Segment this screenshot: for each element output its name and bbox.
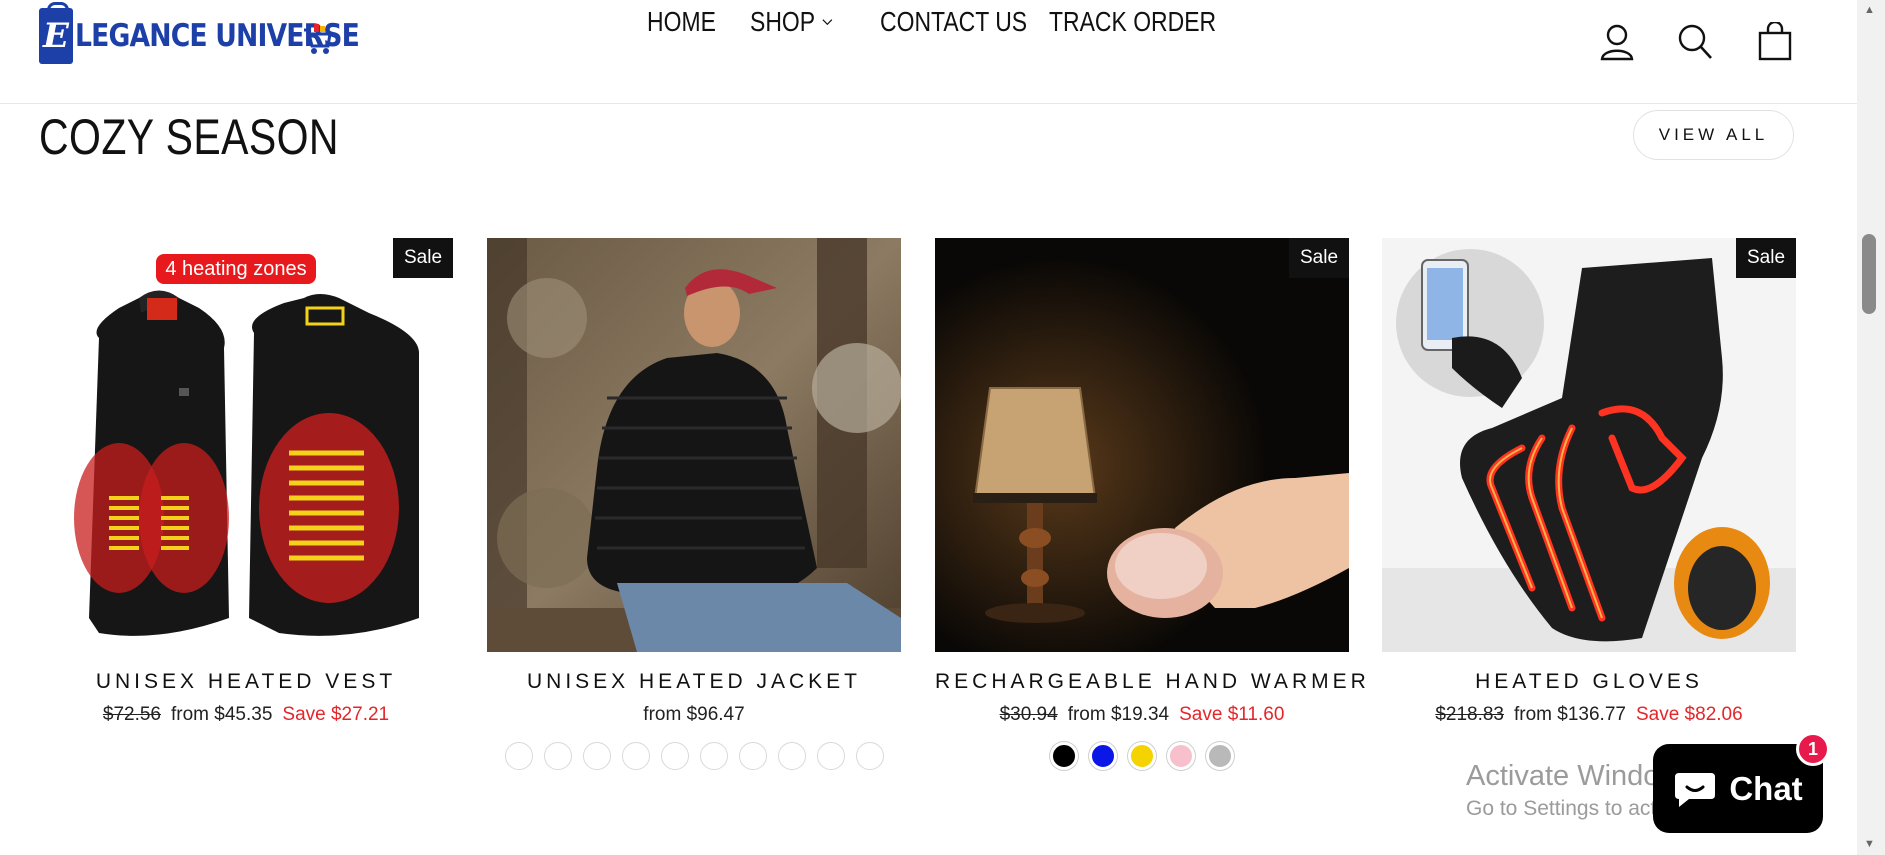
sale-price: from $45.35 [171,704,273,725]
product-name[interactable]: RECHARGEABLE HAND WARMER [935,670,1366,694]
section-title: COZY SEASON [39,109,339,165]
product-price: $30.94 from $19.34 Save $11.60 [935,704,1349,726]
save-amount: Save $11.60 [1179,704,1285,725]
color-swatch[interactable] [777,742,806,770]
color-swatch[interactable] [816,742,845,770]
scroll-down-arrow-icon[interactable]: ▼ [1864,838,1875,850]
sale-price: from $19.34 [1067,704,1170,725]
color-swatch[interactable] [504,742,533,770]
color-swatch[interactable] [582,742,611,770]
view-all-button[interactable]: VIEW ALL [1633,110,1794,160]
color-swatch[interactable] [738,742,767,770]
original-price: $30.94 [999,704,1058,725]
product-card: 4 heating zones Sale UNISEX HEATED VEST … [39,238,453,726]
image-caption: 4 heating zones [165,257,307,280]
product-card: Sale HEATED GLOVES $218.83 from $136.77 Sa… [1382,238,1796,726]
chat-label: Chat [1729,769,1803,807]
product-card: UNISEX HEATED JACKET from $96.47 [487,238,901,770]
user-icon[interactable] [1598,22,1636,62]
chevron-down-icon [822,19,833,26]
logo-letter: E [43,16,69,56]
product-price: $218.83 from $136.77 Save $82.06 [1382,704,1796,726]
logo-cart-icon [304,24,332,54]
sale-badge: Sale [393,238,453,278]
sale-badge: Sale [1736,238,1796,278]
color-swatch[interactable] [543,742,572,770]
heated-gloves-image [1382,238,1796,652]
product-card: Sale RECHARGEABLE HAND WARMER $30.94 from… [935,238,1366,770]
hand-warmer-image [935,238,1349,652]
save-amount: Save $82.06 [1635,704,1743,725]
site-header: E LEGANCE UNIVERSE HOME SHOP CONTACT US … [0,0,1857,104]
product-price: $72.56 from $45.35 Save $27.21 [39,704,453,726]
sale-price: from $96.47 [643,704,745,725]
color-swatch[interactable] [855,742,884,770]
product-name[interactable]: UNISEX HEATED JACKET [487,670,901,694]
chat-notification-badge: 1 [1796,732,1830,766]
chat-bubble-icon [1675,772,1716,807]
nav-shop[interactable]: SHOP [750,6,833,38]
nav-shop-label: SHOP [750,6,816,37]
heated-jacket-image [487,238,901,652]
product-image[interactable] [487,238,901,652]
sale-price: from $136.77 [1514,704,1626,725]
product-name[interactable]: UNISEX HEATED VEST [39,670,453,694]
nav-track-order[interactable]: TRACK ORDER [1049,6,1216,38]
nav-home[interactable]: HOME [647,6,716,38]
color-swatches [935,742,1349,770]
original-price: $218.83 [1435,704,1504,725]
color-swatch-yellow[interactable] [1128,742,1156,770]
color-swatch[interactable] [621,742,650,770]
scrollbar-thumb[interactable] [1862,234,1876,314]
color-swatches [487,742,901,770]
page-scrollbar[interactable] [1857,0,1885,855]
original-price: $72.56 [102,704,161,725]
color-swatch[interactable] [660,742,689,770]
product-image[interactable]: Sale [935,238,1349,652]
bag-icon[interactable] [1756,22,1794,62]
logo-badge: E [39,2,73,64]
sale-badge: Sale [1289,238,1349,278]
color-swatch-pink[interactable] [1167,742,1195,770]
color-swatch-gray[interactable] [1206,742,1234,770]
site-logo[interactable]: E LEGANCE UNIVERSE [39,2,405,66]
scroll-up-arrow-icon[interactable]: ▲ [1864,4,1875,16]
heated-vest-image [39,238,453,652]
nav-home-label: HOME [647,6,716,37]
product-image[interactable]: Sale [1382,238,1796,652]
color-swatch-blue[interactable] [1089,742,1117,770]
nav-contact-us[interactable]: CONTACT US [880,6,1027,38]
search-icon[interactable] [1676,22,1714,62]
product-name[interactable]: HEATED GLOVES [1382,670,1796,694]
product-image[interactable]: 4 heating zones Sale [39,238,453,652]
color-swatch[interactable] [699,742,728,770]
product-price: from $96.47 [487,704,901,726]
save-amount: Save $27.21 [282,704,390,725]
nav-contact-label: CONTACT US [880,6,1028,37]
color-swatch-black[interactable] [1050,742,1078,770]
nav-track-label: TRACK ORDER [1049,6,1217,37]
